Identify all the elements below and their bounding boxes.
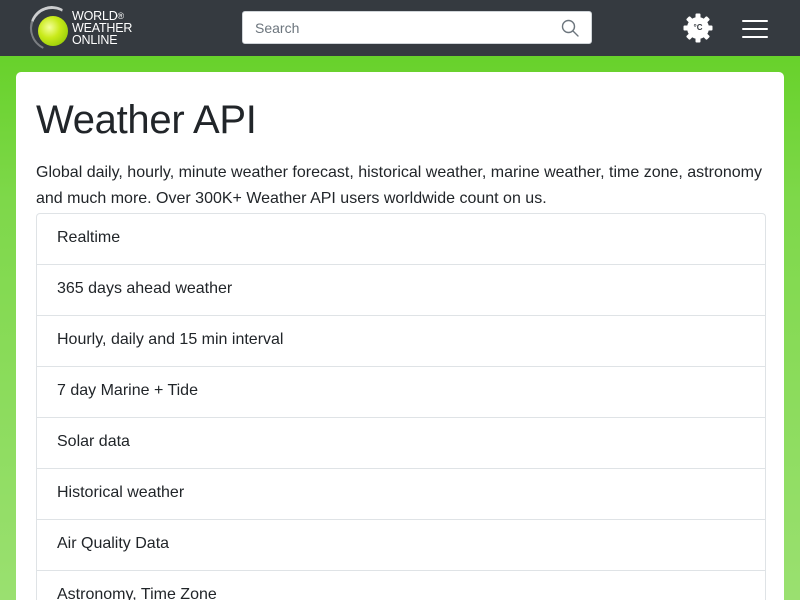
- temperature-unit-settings-button[interactable]: °C: [682, 12, 714, 44]
- page-title: Weather API: [36, 98, 257, 142]
- feature-list-item[interactable]: Solar data: [37, 418, 765, 469]
- top-navigation-bar: WORLD® WEATHER ONLINE Search °C: [0, 0, 800, 58]
- menu-line-icon: [742, 28, 768, 30]
- feature-list-item[interactable]: 7 day Marine + Tide: [37, 367, 765, 418]
- page-description: Global daily, hourly, minute weather for…: [36, 164, 762, 207]
- menu-line-icon: [742, 20, 768, 22]
- search-input[interactable]: [255, 12, 545, 43]
- feature-list-item[interactable]: Historical weather: [37, 469, 765, 520]
- feature-list-item[interactable]: 365 days ahead weather: [37, 265, 765, 316]
- logo-registered-mark: ®: [117, 11, 125, 21]
- feature-list-item[interactable]: Air Quality Data: [37, 520, 765, 571]
- search-icon[interactable]: [561, 19, 579, 37]
- content-card: Weather API Global daily, hourly, minute…: [16, 72, 784, 600]
- menu-line-icon: [742, 36, 768, 38]
- feature-list-item[interactable]: Astronomy, Time Zone: [37, 571, 765, 600]
- temperature-unit-label: °C: [693, 23, 703, 32]
- feature-list-item[interactable]: Hourly, daily and 15 min interval: [37, 316, 765, 367]
- hamburger-menu-button[interactable]: [742, 18, 770, 40]
- logo-orb-icon: [38, 16, 68, 46]
- logo-line-online: ONLINE: [72, 33, 118, 47]
- logo-text: WORLD® WEATHER ONLINE: [72, 10, 132, 47]
- search-box: [242, 11, 592, 44]
- feature-list-item[interactable]: Realtime: [37, 214, 765, 265]
- feature-list: Realtime 365 days ahead weather Hourly, …: [36, 213, 766, 600]
- world-weather-online-logo[interactable]: WORLD® WEATHER ONLINE: [23, 0, 150, 58]
